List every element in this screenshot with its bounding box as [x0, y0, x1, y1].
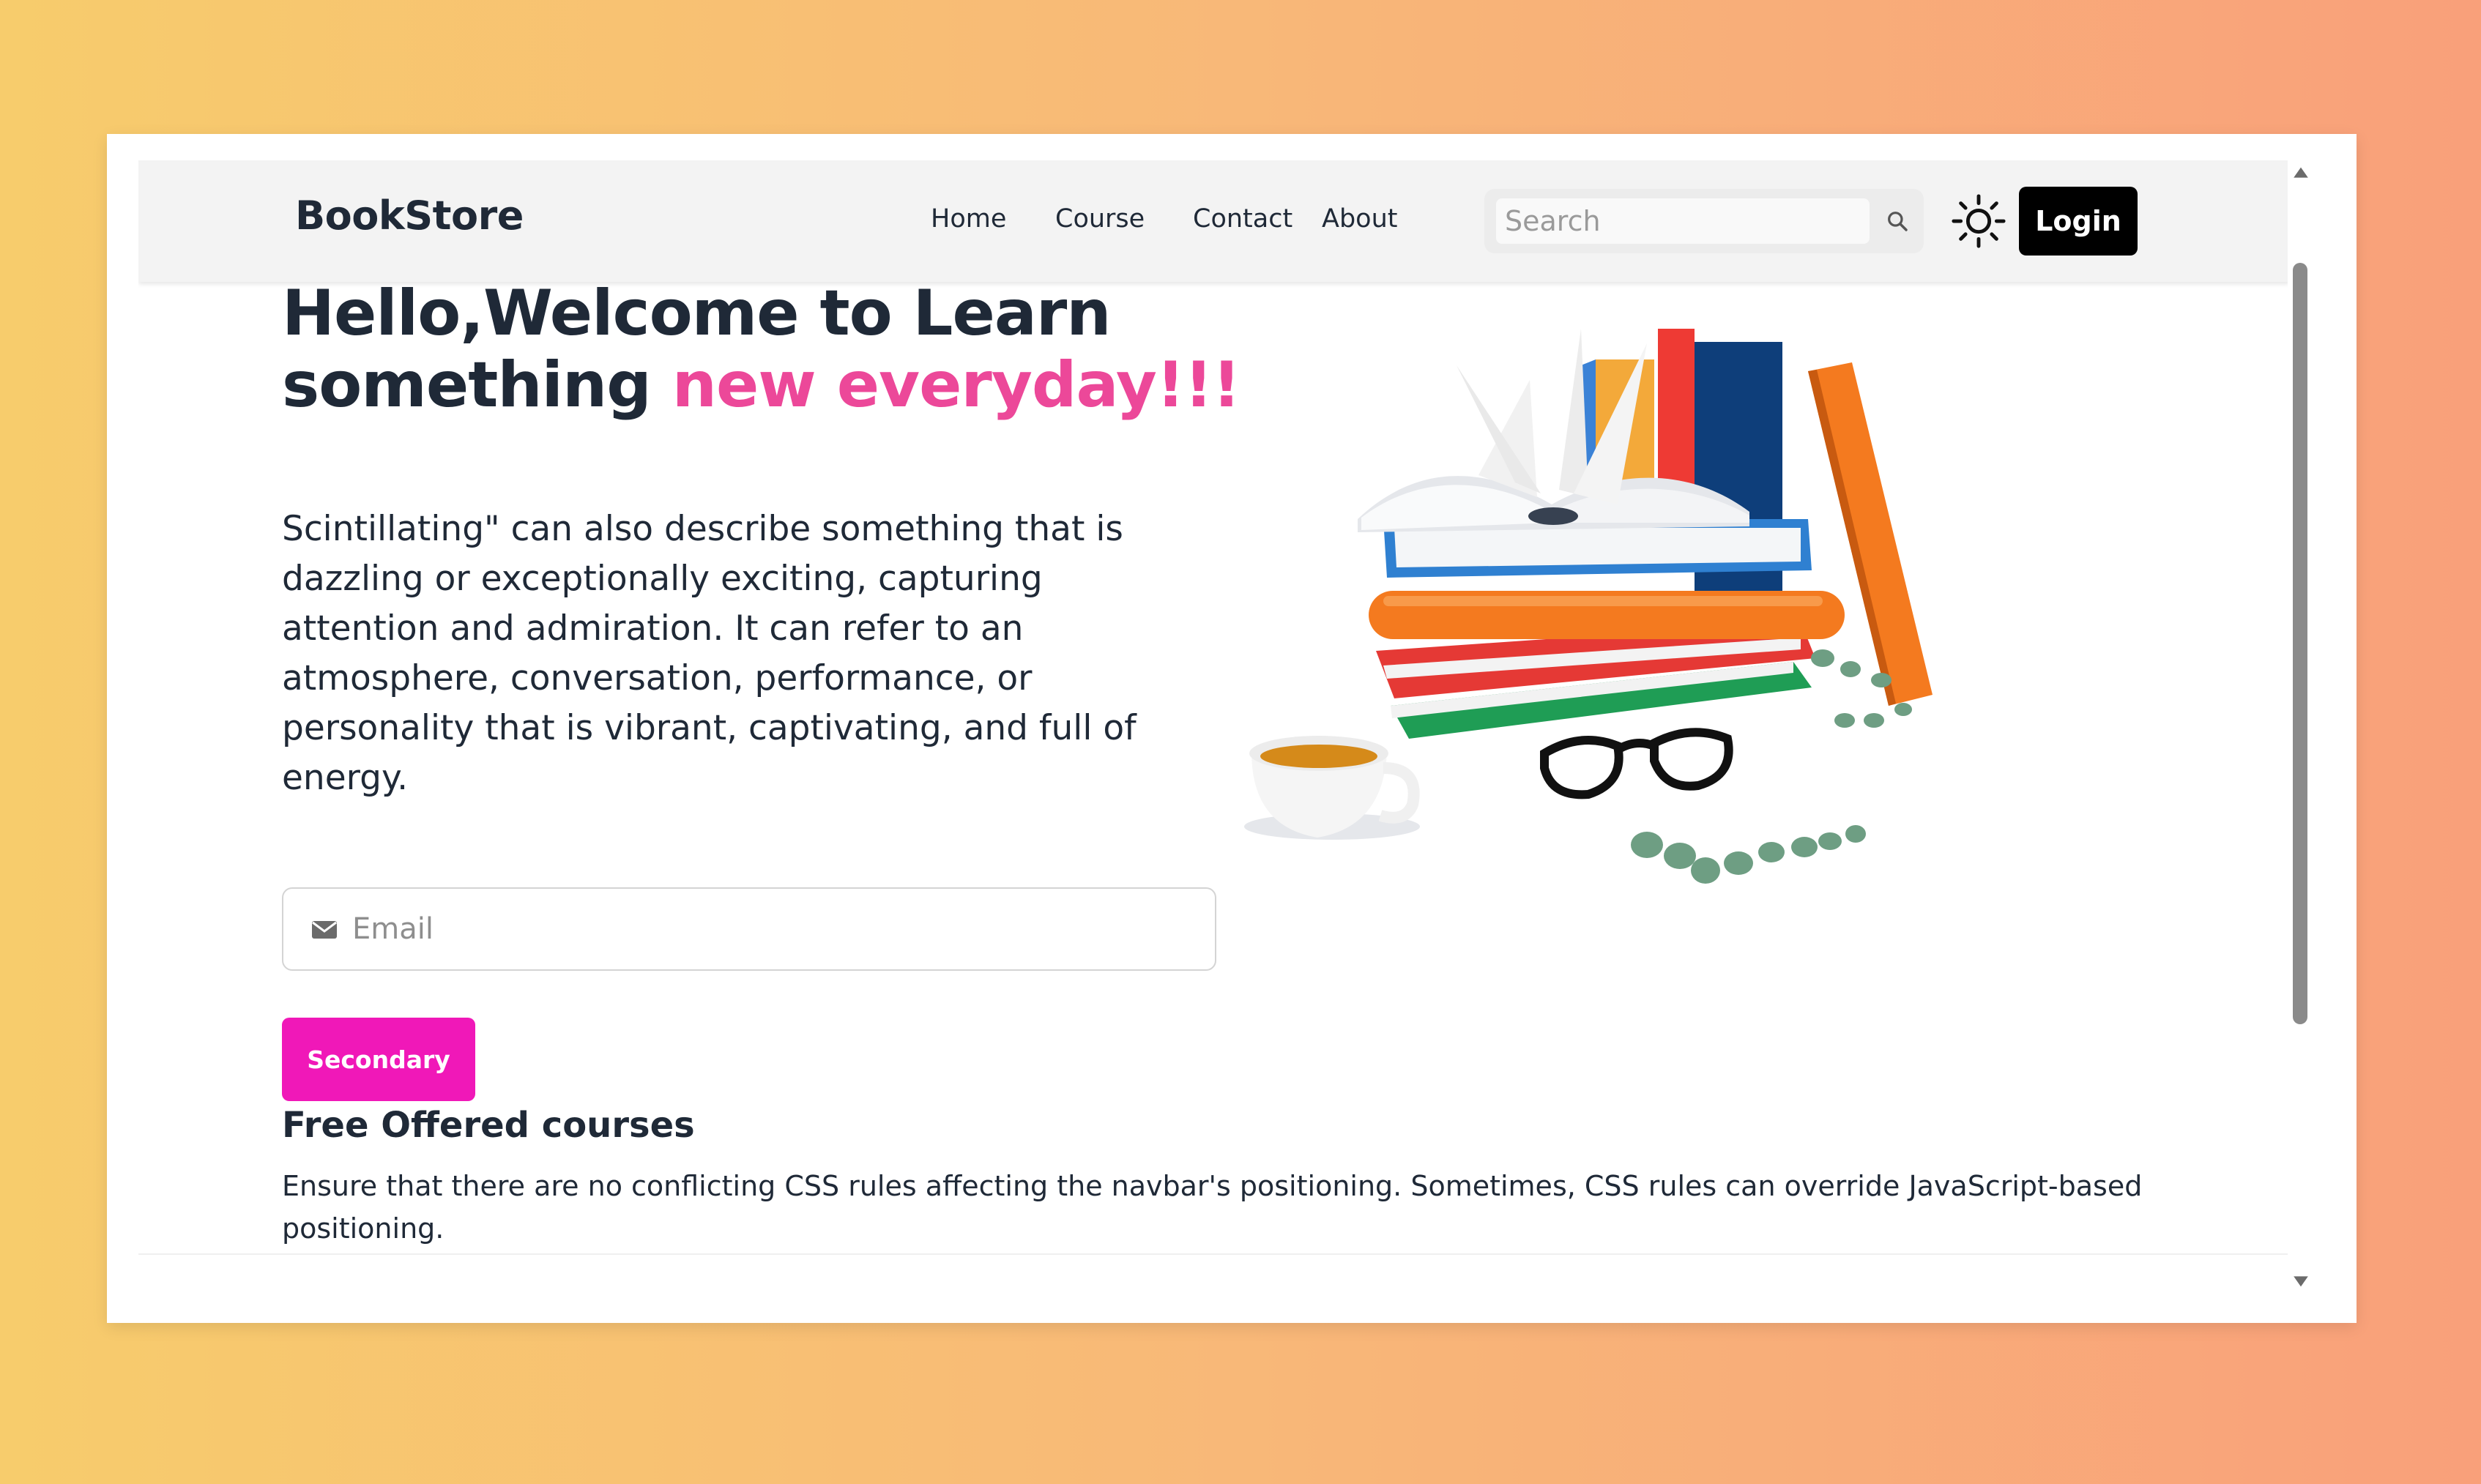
search-icon[interactable]: [1886, 209, 1909, 233]
hero-description: Scintillating" can also describe somethi…: [282, 509, 1137, 798]
courses-text: Ensure that there are no conflicting CSS…: [282, 1170, 2143, 1245]
navbar: BookStore Home Course Contact About Sear…: [138, 160, 2290, 282]
email-field: [282, 887, 1216, 971]
search-box: [1484, 189, 1924, 253]
hero-title-line1: Hello,Welcome to Learn: [282, 277, 1111, 350]
hero-title: Hello,Welcome to Learn something new eve…: [282, 277, 1307, 421]
sun-icon[interactable]: [1950, 193, 2007, 250]
scrollbar-thumb[interactable]: [2293, 263, 2307, 1024]
mail-icon: [312, 921, 337, 939]
page-viewport: BookStore Home Course Contact About Sear…: [138, 160, 2290, 1297]
scroll-up-arrow-icon[interactable]: [2291, 163, 2311, 184]
search-input[interactable]: [1496, 198, 1870, 244]
hero-title-line2: something: [282, 348, 672, 422]
courses-title: Free Offered courses: [282, 1105, 695, 1146]
nav-link-home[interactable]: Home: [931, 204, 1006, 234]
nav-link-about[interactable]: About: [1322, 204, 1397, 234]
scroll-down-arrow-icon[interactable]: [2291, 1270, 2311, 1291]
login-button[interactable]: Login: [2019, 187, 2138, 256]
browser-frame: BookStore Home Course Contact About Sear…: [107, 134, 2357, 1323]
vertical-scrollbar[interactable]: [2288, 160, 2314, 1297]
nav-link-contact[interactable]: Contact: [1193, 204, 1292, 234]
nav-link-course[interactable]: Course: [1055, 204, 1145, 234]
brand-logo[interactable]: BookStore: [295, 193, 524, 239]
books-illustration: [1244, 329, 1933, 884]
secondary-button[interactable]: Secondary: [282, 1018, 475, 1101]
divider: [138, 1253, 2290, 1255]
hero-title-accent: new everyday!!!: [672, 348, 1241, 422]
email-input[interactable]: [352, 903, 1194, 955]
